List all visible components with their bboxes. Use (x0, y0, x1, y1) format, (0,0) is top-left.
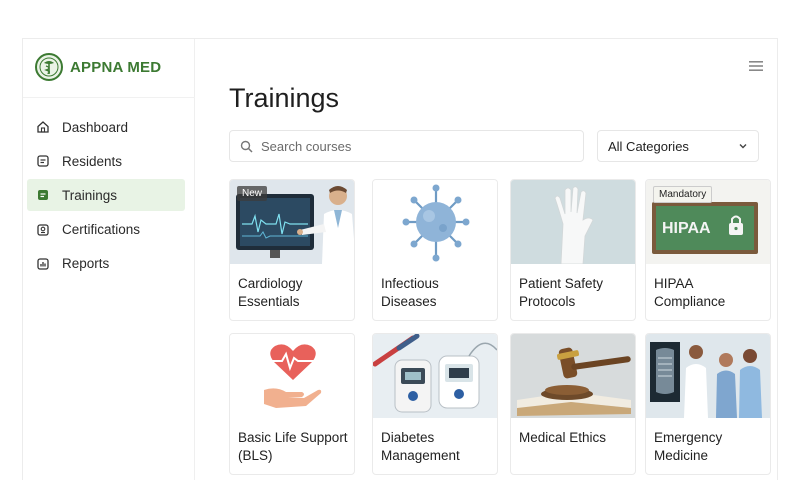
course-image (373, 180, 497, 264)
course-title: Basic Life Support (BLS) (238, 430, 348, 463)
page-title: Trainings (229, 83, 340, 113)
new-badge: New (237, 186, 268, 201)
course-card-medical-ethics[interactable]: Medical Ethics (510, 333, 636, 475)
search-icon (240, 140, 253, 153)
sidebar-item-trainings[interactable]: Trainings (27, 179, 185, 212)
course-image (373, 334, 497, 418)
course-title: Patient Safety Protocols (519, 276, 604, 309)
sidebar-item-label: Certifications (62, 222, 141, 238)
divider (23, 97, 195, 98)
course-title: Infectious Diseases (381, 276, 439, 309)
id-card-icon (37, 155, 49, 167)
sidebar-item-label: Trainings (62, 187, 118, 203)
course-image (230, 334, 354, 418)
sidebar-item-label: Residents (62, 153, 123, 169)
caduceus-logo-icon (35, 53, 63, 81)
course-image (646, 334, 770, 418)
brand-name: APPNA MED (70, 58, 162, 76)
book-icon (38, 190, 48, 201)
course-title: Medical Ethics (519, 430, 607, 445)
category-select-value: All Categories (608, 138, 689, 154)
sidebar-item-label: Reports (62, 256, 110, 272)
search-input[interactable] (261, 138, 561, 154)
mandatory-badge: Mandatory (653, 186, 713, 203)
course-title: Emergency Medicine (654, 430, 723, 463)
course-image (511, 180, 635, 264)
hamburger-menu-icon[interactable] (748, 59, 764, 73)
course-card-patient-safety[interactable]: Patient Safety Protocols (510, 179, 636, 321)
sidebar-item-dashboard[interactable]: Dashboard (27, 111, 185, 143)
sidebar-item-label: Dashboard (62, 119, 129, 135)
chevron-down-icon (739, 144, 747, 149)
chart-icon (37, 258, 49, 270)
sidebar: APPNA MED Dashboard Residents Trainings … (23, 39, 195, 480)
course-card-diabetes[interactable]: Diabetes Management (372, 333, 498, 475)
home-icon (37, 121, 49, 133)
certificate-icon (37, 223, 49, 236)
search-box[interactable] (229, 130, 584, 162)
sidebar-item-certifications[interactable]: Certifications (27, 214, 185, 246)
course-card-emergency-medicine[interactable]: Emergency Medicine (645, 333, 771, 475)
course-card-cardiology[interactable]: New Cardiology Essentials (229, 179, 355, 321)
hipaa-board-text: HIPAA (662, 220, 711, 237)
course-title: Diabetes Management (381, 430, 460, 463)
app-window: APPNA MED Dashboard Residents Trainings … (22, 38, 778, 480)
brand[interactable]: APPNA MED (35, 53, 161, 81)
course-card-hipaa[interactable]: HIPAA Mandatory HIPAA Compliance (645, 179, 771, 321)
sidebar-nav: Dashboard Residents Trainings Certificat… (27, 111, 185, 282)
category-select[interactable]: All Categories (597, 130, 759, 162)
course-title: Cardiology Essentials (238, 276, 303, 309)
course-card-infectious-diseases[interactable]: Infectious Diseases (372, 179, 498, 321)
sidebar-item-residents[interactable]: Residents (27, 145, 185, 177)
course-card-bls[interactable]: Basic Life Support (BLS) (229, 333, 355, 475)
course-image (511, 334, 635, 418)
course-title: HIPAA Compliance (654, 276, 726, 309)
sidebar-item-reports[interactable]: Reports (27, 248, 185, 280)
